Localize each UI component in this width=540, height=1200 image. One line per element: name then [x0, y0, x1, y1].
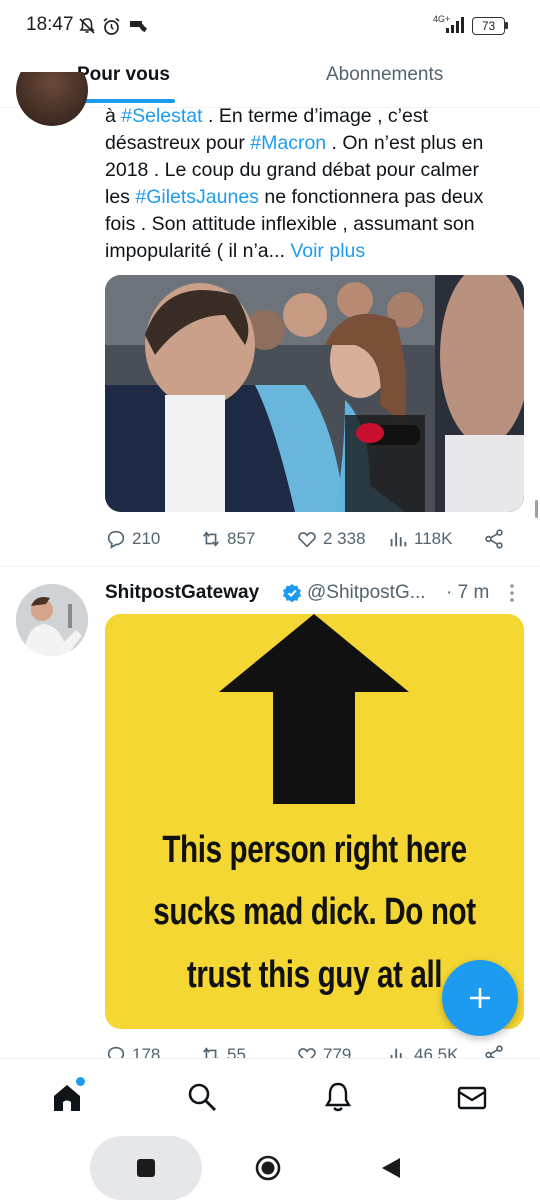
hashtag-link[interactable]: #GiletsJaunes [135, 186, 259, 208]
author-name[interactable]: ShitpostGateway [105, 582, 259, 604]
battery-indicator: 73 [472, 17, 505, 35]
meme-line-3: trust this guy at all [186, 954, 443, 996]
nav-home[interactable] [50, 1075, 87, 1115]
tweet-text-span: . On n’est plus en [326, 132, 484, 154]
retweet-icon [203, 531, 219, 547]
tweet-text-span: impopularité ( il n’a... [105, 240, 291, 262]
gaming-app-icon [130, 21, 147, 32]
show-more-link[interactable]: Voir plus [290, 240, 365, 262]
compose-tweet-button[interactable] [442, 960, 518, 1036]
tab-pour-vous[interactable]: Pour vous [77, 64, 170, 86]
tweet-text-span: 2018 . Le coup du grand débat pour calme… [105, 159, 480, 181]
views-count: 118K [414, 529, 453, 548]
alarm-icon [103, 17, 120, 35]
like-count: 2 338 [323, 529, 366, 548]
bottom-navigation [0, 1058, 540, 1137]
signal-icon [446, 17, 464, 33]
more-options-icon[interactable] [508, 583, 516, 603]
tweet1-text-line: les #GiletsJaunes ne fonctionnera pas de… [105, 184, 525, 211]
tweet1-text-line: 2018 . Le coup du grand débat pour calme… [105, 157, 525, 184]
share-icon [485, 529, 503, 549]
retweet-count: 857 [227, 529, 256, 548]
hashtag-link[interactable]: #Macron [250, 132, 326, 154]
share-icon [485, 1045, 503, 1058]
tweet1-text: à #Selestat . En terme d’image , c’est dé… [105, 103, 525, 265]
meme-line-1: This person right here [162, 829, 467, 871]
status-bar: 18:47 4G+ 73 [0, 0, 540, 52]
home-system-button[interactable] [254, 1154, 282, 1182]
tweet1-text-line: désastreux pour #Macron . On n’est plus … [105, 130, 525, 157]
nav-search[interactable] [186, 1081, 218, 1113]
arrow-up-icon [219, 614, 409, 804]
tweet-text-span: les [105, 186, 136, 208]
tweet1-photo[interactable] [105, 275, 524, 512]
reply-icon [107, 530, 125, 549]
search-icon [188, 1083, 216, 1111]
tweet-text-span: à [105, 105, 122, 127]
nav-notifications[interactable] [322, 1081, 354, 1113]
views-chart-icon [390, 1048, 407, 1058]
heart-icon [298, 532, 316, 548]
tweet1-actions: 210 857 2 338 118K [105, 528, 525, 554]
tweet1-text-line: à #Selestat . En terme d’image , c’est [105, 103, 525, 130]
heart-icon [298, 1048, 316, 1058]
circle-home-icon [255, 1155, 281, 1181]
back-button[interactable] [380, 1156, 402, 1180]
square-icon [137, 1159, 155, 1177]
views-button[interactable]: 46,5K [387, 1044, 458, 1058]
tweet-text-span: ne fonctionnera pas deux [258, 186, 484, 208]
retweet-icon [203, 1047, 219, 1058]
reply-button[interactable]: 210 [105, 528, 160, 550]
tweet1-avatar-clip [16, 72, 88, 126]
bell-icon [324, 1082, 352, 1112]
back-triangle-icon [382, 1158, 400, 1178]
reply-icon [107, 1046, 125, 1058]
tweet1-text-line: fois . Son attitude inflexible , assuman… [105, 211, 525, 238]
mute-notifications-icon [79, 18, 95, 34]
avatar[interactable] [16, 72, 88, 126]
notification-dot [74, 1075, 87, 1088]
tweet-timestamp: · 7 m [446, 582, 490, 603]
hashtag-link[interactable]: #Selestat [121, 105, 202, 127]
tweet2-actions: 178 55 779 46,5K [105, 1044, 525, 1058]
tweet2-avatar[interactable] [16, 584, 88, 656]
nav-messages[interactable] [456, 1083, 488, 1113]
retweet-count: 55 [227, 1045, 246, 1058]
like-count: 779 [323, 1045, 352, 1058]
retweet-button[interactable]: 55 [200, 1044, 246, 1058]
views-chart-icon [390, 532, 407, 547]
battery-level: 73 [481, 19, 496, 33]
tweet-divider [0, 566, 540, 567]
tweet-text-span: désastreux pour [105, 132, 251, 154]
tweet-text-span: fois . Son attitude inflexible , assuman… [105, 213, 475, 235]
like-button[interactable]: 2 338 [296, 528, 366, 550]
plus-icon [470, 988, 490, 1008]
views-count: 46,5K [414, 1045, 459, 1058]
reply-count: 210 [132, 529, 161, 548]
meme-line-2: sucks mad dick. Do not [153, 891, 476, 933]
author-handle[interactable]: @ShitpostG... [307, 582, 426, 604]
scrollbar[interactable] [535, 500, 538, 518]
tweet1-text-line: impopularité ( il n’a... Voir plus [105, 238, 525, 265]
like-button[interactable]: 779 [296, 1044, 351, 1058]
views-button[interactable]: 118K [387, 528, 452, 550]
recents-button[interactable] [90, 1136, 202, 1200]
tab-abonnements[interactable]: Abonnements [326, 64, 443, 86]
share-button[interactable] [483, 1044, 505, 1058]
system-navigation-bar [0, 1136, 540, 1200]
status-time: 18:47 [26, 14, 74, 35]
share-button[interactable] [483, 528, 505, 550]
retweet-button[interactable]: 857 [200, 528, 255, 550]
avatar-image [16, 584, 88, 656]
mail-icon [457, 1086, 487, 1110]
tweet-text-span: . En terme d’image , c’est [202, 105, 428, 127]
crowd-photo-image [105, 275, 524, 512]
verified-badge-icon [283, 584, 301, 603]
reply-button[interactable]: 178 [105, 1044, 160, 1058]
battery-tip [505, 22, 508, 29]
reply-count: 178 [132, 1045, 161, 1058]
